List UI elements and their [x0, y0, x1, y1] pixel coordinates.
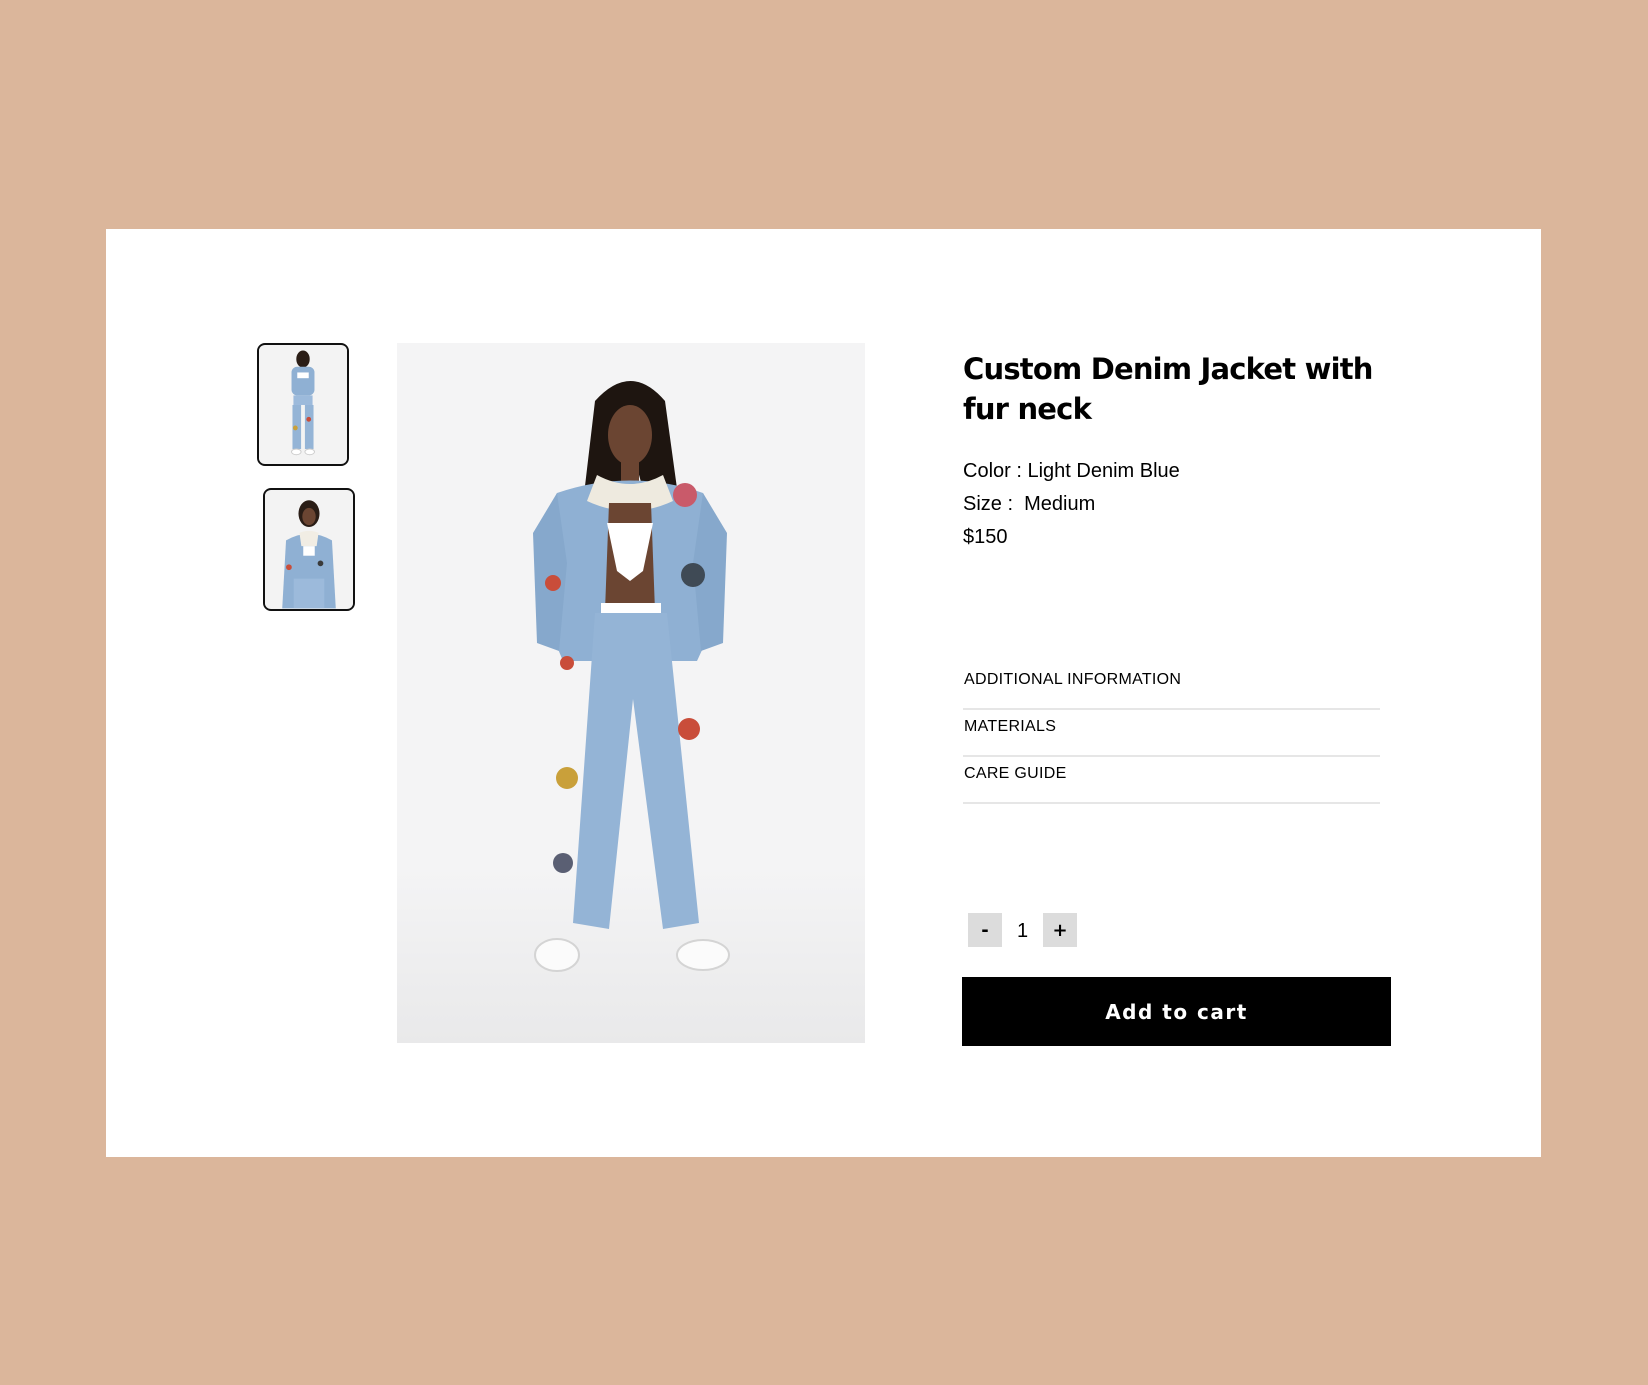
product-title: Custom Denim Jacket with fur neck — [963, 352, 1373, 426]
accordion-care-guide[interactable]: CARE GUIDE — [963, 757, 1380, 804]
add-to-cart-button[interactable]: Add to cart — [962, 977, 1391, 1046]
model-illustration — [533, 381, 730, 972]
quantity-value[interactable]: 1 — [1002, 917, 1043, 943]
thumbnail-front-image — [259, 345, 347, 464]
accordion-additional-information[interactable]: ADDITIONAL INFORMATION — [963, 663, 1380, 710]
product-details-accordion: ADDITIONAL INFORMATION MATERIALS CARE GU… — [963, 663, 1380, 804]
product-specs: Color : Light Denim Blue Size : Medium $… — [963, 455, 1393, 554]
product-size: Size : Medium — [963, 493, 1096, 515]
quantity-stepper: - 1 + — [968, 913, 1077, 947]
quantity-decrease-button[interactable]: - — [968, 913, 1002, 947]
main-product-image — [397, 343, 865, 1043]
accordion-materials[interactable]: MATERIALS — [963, 710, 1380, 757]
product-card: Custom Denim Jacket with fur neck Color … — [106, 229, 1541, 1157]
product-price: $150 — [963, 526, 1008, 548]
product-color: Color : Light Denim Blue — [963, 460, 1180, 482]
product-info: Custom Denim Jacket with fur neck Color … — [963, 349, 1393, 554]
quantity-increase-button[interactable]: + — [1043, 913, 1077, 947]
thumbnail-front[interactable] — [257, 343, 349, 466]
thumbnail-closeup-image — [265, 490, 353, 609]
thumbnail-closeup[interactable] — [263, 488, 355, 611]
